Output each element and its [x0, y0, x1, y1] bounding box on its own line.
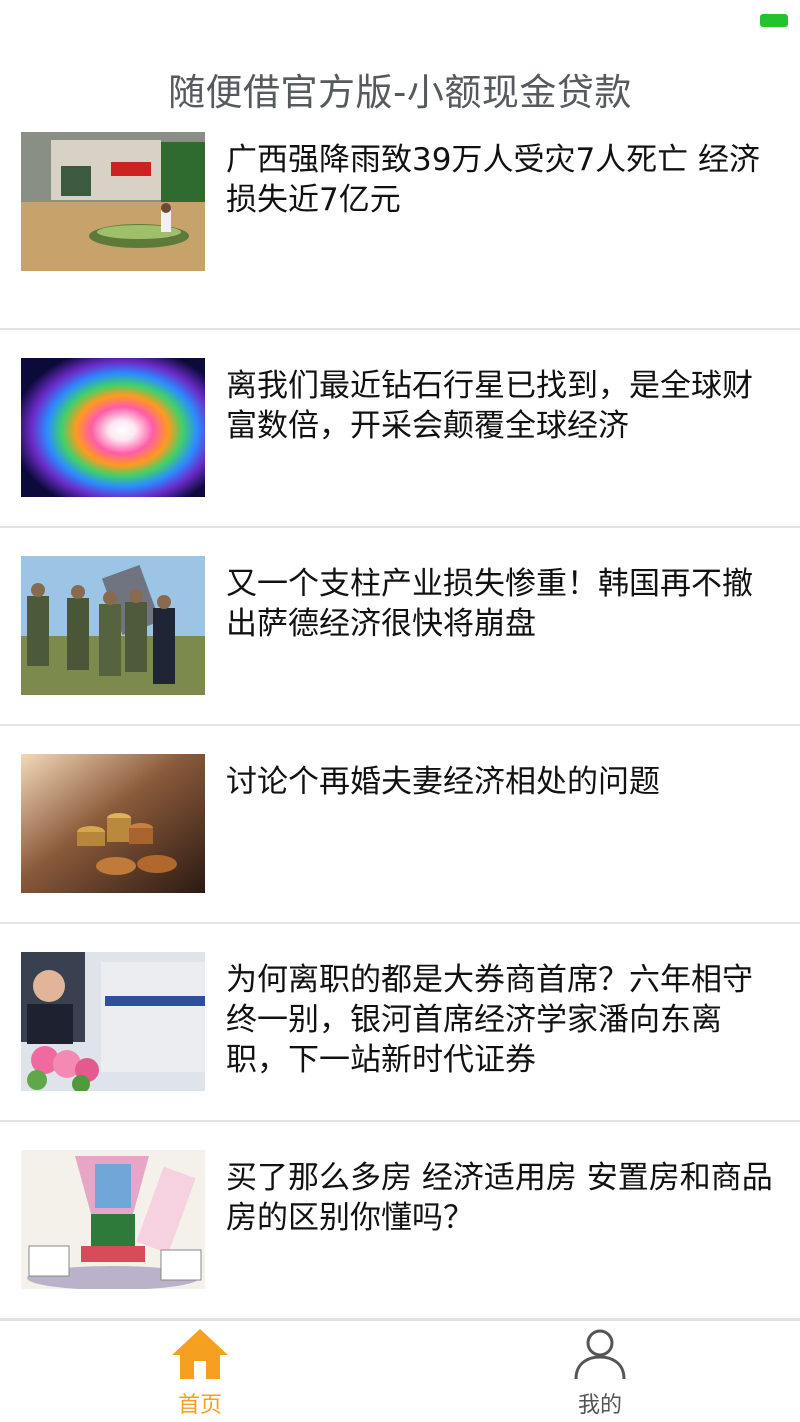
news-item[interactable]: 广西强降雨致39万人受灾7人死亡 经济损失近7亿元: [0, 132, 800, 330]
news-headline[interactable]: 讨论个再婚夫妻经济相处的问题: [226, 762, 782, 802]
coins-photo: [21, 754, 205, 893]
news-headline[interactable]: 买了那么多房 经济适用房 安置房和商品房的区别你懂吗？: [226, 1158, 782, 1238]
tab-home[interactable]: 首页: [0, 1321, 400, 1422]
tab-mine-label: 我的: [577, 1393, 622, 1418]
news-item[interactable]: 买了那么多房 经济适用房 安置房和商品房的区别你懂吗？: [0, 1122, 800, 1320]
news-item[interactable]: 为何离职的都是大券商首席？六年相守终一别，银河首席经济学家潘向东离职，下一站新时…: [0, 924, 800, 1122]
battery-icon: [760, 14, 788, 27]
header: 随便借官方版-小额现金贷款: [0, 44, 800, 132]
home-icon: [172, 1327, 228, 1383]
tab-mine[interactable]: 我的: [400, 1321, 800, 1422]
housing-cartoon: [21, 1150, 205, 1289]
galaxy-photo: [21, 358, 205, 497]
news-headline[interactable]: 广西强降雨致39万人受灾7人死亡 经济损失近7亿元: [226, 140, 782, 220]
news-headline[interactable]: 为何离职的都是大券商首席？六年相守终一别，银河首席经济学家潘向东离职，下一站新时…: [226, 960, 782, 1080]
economist-photo: [21, 952, 205, 1091]
flood-photo: [21, 132, 205, 271]
bottom-tab-bar: 首页 我的: [0, 1320, 800, 1422]
user-icon: [572, 1327, 628, 1383]
military-photo: [21, 556, 205, 695]
news-item[interactable]: 又一个支柱产业损失惨重！韩国再不撤出萨德经济很快将崩盘: [0, 528, 800, 726]
page-title: 随便借官方版-小额现金贷款: [168, 71, 632, 114]
news-item[interactable]: 离我们最近钻石行星已找到，是全球财富数倍，开采会颠覆全球经济: [0, 330, 800, 528]
news-headline[interactable]: 离我们最近钻石行星已找到，是全球财富数倍，开采会颠覆全球经济: [226, 366, 782, 446]
news-feed[interactable]: 广西强降雨致39万人受灾7人死亡 经济损失近7亿元 离我们最近钻石行星已找到，是…: [0, 132, 800, 1320]
tab-home-label: 首页: [177, 1393, 222, 1418]
status-bar: [0, 0, 800, 44]
news-headline[interactable]: 又一个支柱产业损失惨重！韩国再不撤出萨德经济很快将崩盘: [226, 564, 782, 644]
news-item[interactable]: 讨论个再婚夫妻经济相处的问题: [0, 726, 800, 924]
